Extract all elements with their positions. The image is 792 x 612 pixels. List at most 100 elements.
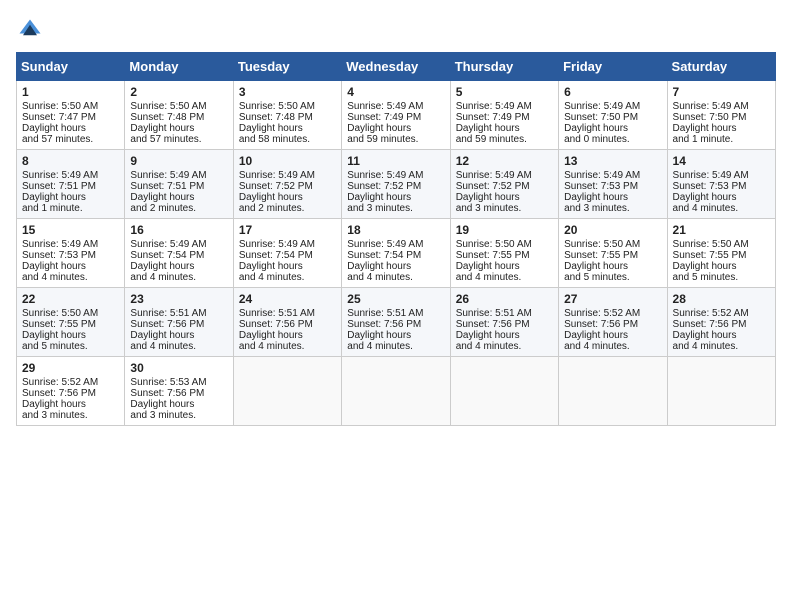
page-header	[16, 16, 776, 44]
table-row: 23Sunrise: 5:51 AMSunset: 7:56 PMDayligh…	[125, 288, 233, 357]
daylight-text: Daylight hours	[347, 192, 444, 203]
table-row: 30 Sunrise: 5:53 AMSunset: 7:56 PMDayligh…	[125, 357, 233, 426]
sunset-text: Sunset: 7:56 PM	[347, 319, 444, 330]
sunset-text: Sunset: 7:56 PM	[22, 388, 119, 399]
table-row: 7Sunrise: 5:49 AMSunset: 7:50 PMDaylight…	[667, 81, 775, 150]
daylight-minutes: and 57 minutes.	[130, 134, 227, 145]
daylight-text: Daylight hours	[347, 123, 444, 134]
table-row: 27Sunrise: 5:52 AMSunset: 7:56 PMDayligh…	[559, 288, 667, 357]
daylight-text: Daylight hours	[130, 330, 227, 341]
daylight-text: Daylight hours	[130, 192, 227, 203]
daylight-text: Daylight hours	[239, 261, 336, 272]
table-row: 6Sunrise: 5:49 AMSunset: 7:50 PMDaylight…	[559, 81, 667, 150]
day-number: 27	[564, 292, 661, 306]
daylight-minutes: and 3 minutes.	[130, 410, 227, 421]
daylight-text: Daylight hours	[130, 399, 227, 410]
day-number: 22	[22, 292, 119, 306]
sunrise-text: Sunrise: 5:49 AM	[22, 239, 119, 250]
sunset-text: Sunset: 7:53 PM	[673, 181, 770, 192]
sunrise-text: Sunrise: 5:49 AM	[673, 170, 770, 181]
sunrise-text: Sunrise: 5:49 AM	[239, 239, 336, 250]
daylight-text: Daylight hours	[564, 330, 661, 341]
header-thursday: Thursday	[450, 53, 558, 81]
daylight-text: Daylight hours	[564, 261, 661, 272]
table-row: 17Sunrise: 5:49 AMSunset: 7:54 PMDayligh…	[233, 219, 341, 288]
sunrise-text: Sunrise: 5:49 AM	[347, 101, 444, 112]
sunset-text: Sunset: 7:51 PM	[22, 181, 119, 192]
sunrise-text: Sunrise: 5:52 AM	[673, 308, 770, 319]
sunrise-text: Sunrise: 5:50 AM	[673, 239, 770, 250]
day-number: 29	[22, 361, 119, 375]
table-row: 20Sunrise: 5:50 AMSunset: 7:55 PMDayligh…	[559, 219, 667, 288]
sunset-text: Sunset: 7:56 PM	[456, 319, 553, 330]
sunrise-text: Sunrise: 5:49 AM	[673, 101, 770, 112]
daylight-text: Daylight hours	[22, 123, 119, 134]
day-number: 13	[564, 154, 661, 168]
daylight-text: Daylight hours	[22, 192, 119, 203]
day-number: 3	[239, 85, 336, 99]
daylight-minutes: and 1 minute.	[673, 134, 770, 145]
daylight-text: Daylight hours	[347, 261, 444, 272]
sunset-text: Sunset: 7:52 PM	[456, 181, 553, 192]
sunset-text: Sunset: 7:56 PM	[130, 319, 227, 330]
sunset-text: Sunset: 7:49 PM	[347, 112, 444, 123]
sunrise-text: Sunrise: 5:50 AM	[456, 239, 553, 250]
table-row: 3Sunrise: 5:50 AMSunset: 7:48 PMDaylight…	[233, 81, 341, 150]
sunset-text: Sunset: 7:56 PM	[673, 319, 770, 330]
sunrise-text: Sunrise: 5:49 AM	[130, 170, 227, 181]
logo-icon	[16, 16, 44, 44]
daylight-minutes: and 4 minutes.	[130, 272, 227, 283]
sunrise-text: Sunrise: 5:51 AM	[456, 308, 553, 319]
daylight-text: Daylight hours	[564, 123, 661, 134]
daylight-minutes: and 3 minutes.	[22, 410, 119, 421]
sunset-text: Sunset: 7:55 PM	[673, 250, 770, 261]
table-row: 12Sunrise: 5:49 AMSunset: 7:52 PMDayligh…	[450, 150, 558, 219]
daylight-minutes: and 3 minutes.	[564, 203, 661, 214]
header-wednesday: Wednesday	[342, 53, 450, 81]
header-saturday: Saturday	[667, 53, 775, 81]
sunset-text: Sunset: 7:53 PM	[22, 250, 119, 261]
table-row: 13Sunrise: 5:49 AMSunset: 7:53 PMDayligh…	[559, 150, 667, 219]
sunset-text: Sunset: 7:56 PM	[130, 388, 227, 399]
daylight-text: Daylight hours	[239, 330, 336, 341]
day-number: 23	[130, 292, 227, 306]
day-number: 5	[456, 85, 553, 99]
header-friday: Friday	[559, 53, 667, 81]
sunrise-text: Sunrise: 5:53 AM	[130, 377, 227, 388]
sunset-text: Sunset: 7:52 PM	[347, 181, 444, 192]
table-row: 19Sunrise: 5:50 AMSunset: 7:55 PMDayligh…	[450, 219, 558, 288]
sunset-text: Sunset: 7:48 PM	[130, 112, 227, 123]
header-sunday: Sunday	[17, 53, 125, 81]
table-row: 4 Sunrise: 5:49 AMSunset: 7:49 PMDaylight…	[342, 81, 450, 150]
sunset-text: Sunset: 7:47 PM	[22, 112, 119, 123]
daylight-text: Daylight hours	[347, 330, 444, 341]
sunrise-text: Sunrise: 5:49 AM	[347, 170, 444, 181]
day-number: 16	[130, 223, 227, 237]
day-number: 10	[239, 154, 336, 168]
day-number: 11	[347, 154, 444, 168]
table-row: 26Sunrise: 5:51 AMSunset: 7:56 PMDayligh…	[450, 288, 558, 357]
header-monday: Monday	[125, 53, 233, 81]
daylight-minutes: and 3 minutes.	[456, 203, 553, 214]
sunrise-text: Sunrise: 5:49 AM	[239, 170, 336, 181]
day-number: 9	[130, 154, 227, 168]
daylight-text: Daylight hours	[239, 123, 336, 134]
header-tuesday: Tuesday	[233, 53, 341, 81]
day-number: 4	[347, 85, 444, 99]
table-row: 25Sunrise: 5:51 AMSunset: 7:56 PMDayligh…	[342, 288, 450, 357]
day-number: 21	[673, 223, 770, 237]
table-row: 2Sunrise: 5:50 AMSunset: 7:48 PMDaylight…	[125, 81, 233, 150]
daylight-minutes: and 4 minutes.	[564, 341, 661, 352]
sunrise-text: Sunrise: 5:50 AM	[564, 239, 661, 250]
table-row	[667, 357, 775, 426]
day-number: 25	[347, 292, 444, 306]
day-number: 30	[130, 361, 227, 375]
day-number: 6	[564, 85, 661, 99]
day-number: 17	[239, 223, 336, 237]
sunset-text: Sunset: 7:55 PM	[456, 250, 553, 261]
day-number: 14	[673, 154, 770, 168]
table-row: 16Sunrise: 5:49 AMSunset: 7:54 PMDayligh…	[125, 219, 233, 288]
daylight-text: Daylight hours	[456, 261, 553, 272]
sunrise-text: Sunrise: 5:50 AM	[239, 101, 336, 112]
daylight-text: Daylight hours	[673, 123, 770, 134]
